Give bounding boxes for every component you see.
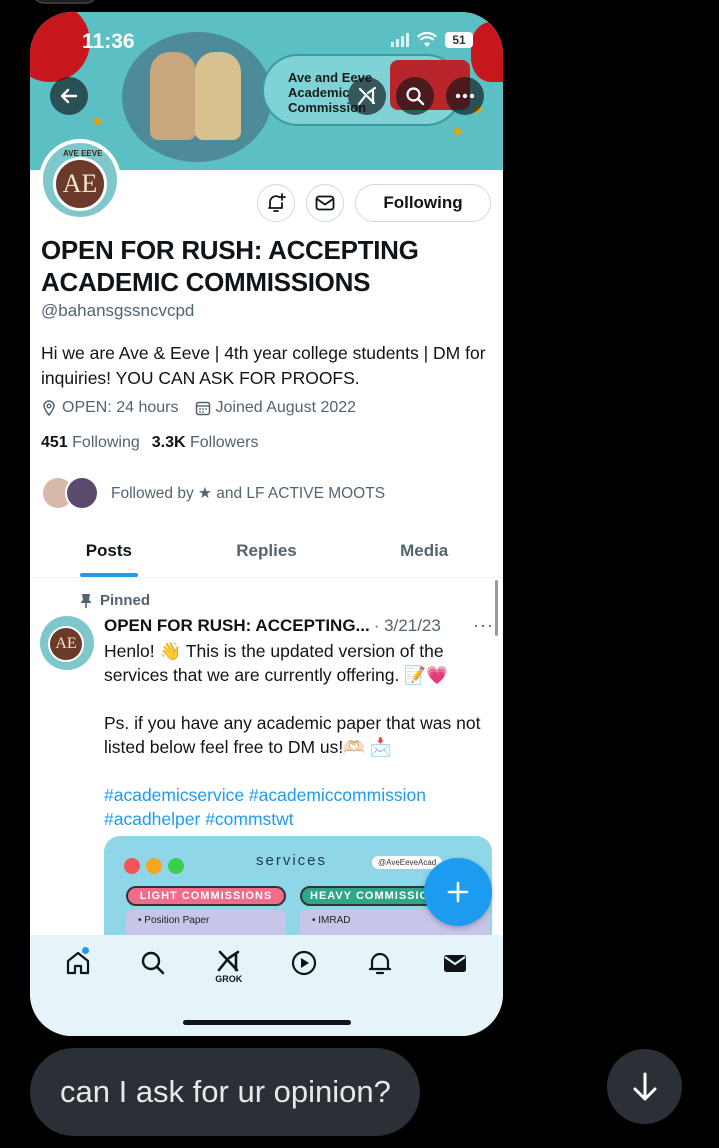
calendar-icon — [195, 401, 210, 416]
unread-dot — [82, 947, 89, 954]
envelope-icon — [315, 195, 335, 211]
pin-icon — [81, 593, 91, 608]
post-more-button[interactable]: ··· — [473, 615, 494, 636]
post-text: Henlo! 👋 This is the updated version of … — [104, 639, 484, 855]
bell-plus-icon — [268, 193, 286, 212]
tab-posts[interactable]: Posts — [30, 532, 188, 577]
media-heavy-item: • IMRAD — [312, 915, 351, 926]
post-hashtags[interactable]: #academicservice #academiccommission #ac… — [104, 783, 484, 831]
banner-illustration-person — [150, 52, 196, 140]
grok-icon — [217, 950, 240, 972]
followers-count-label: Followers — [190, 434, 259, 451]
profile-joined: Joined August 2022 — [195, 399, 357, 417]
followers-count: 3.3K — [151, 434, 186, 451]
profile-location: OPEN: 24 hours — [41, 399, 179, 417]
profile-display-name: OPEN FOR RUSH: ACCEPTING ACADEMIC COMMIS… — [41, 235, 419, 297]
banner-paint-splash — [471, 22, 503, 82]
window-dot — [146, 858, 162, 874]
pinned-indicator: Pinned — [80, 592, 150, 609]
home-indicator — [183, 1020, 351, 1025]
envelope-icon — [444, 955, 467, 972]
search-button[interactable] — [396, 77, 434, 115]
nav-explore[interactable] — [116, 935, 192, 1036]
post-author-name[interactable]: OPEN FOR RUSH: ACCEPTING... — [104, 616, 370, 636]
status-time: 11:36 — [82, 30, 135, 53]
chat-message-bubble[interactable]: can I ask for ur opinion? — [30, 1048, 420, 1136]
bell-icon — [368, 952, 391, 975]
scrollbar[interactable] — [495, 580, 498, 636]
post-author-avatar[interactable]: AE — [40, 616, 94, 670]
nav-home[interactable] — [40, 935, 116, 1036]
previous-message-bubble — [30, 0, 100, 4]
followed-by-text: Followed by ★ and LF ACTIVE MOOTS — [111, 484, 386, 502]
post-date[interactable]: · 3/21/23 — [374, 616, 441, 636]
more-horizontal-icon — [455, 93, 475, 99]
location-pin-icon — [43, 400, 55, 416]
nav-notifications[interactable] — [342, 935, 418, 1036]
avatar-monogram: AE — [62, 169, 98, 198]
avatar-logo: AE — [53, 157, 107, 211]
media-light-label: LIGHT COMMISSIONS — [126, 886, 286, 906]
battery-indicator: 51 — [445, 32, 473, 48]
banner-paint-splash — [30, 12, 90, 82]
more-options-button[interactable] — [446, 77, 484, 115]
following-count-label: Following — [72, 434, 140, 451]
back-button[interactable] — [50, 77, 88, 115]
post-paragraph: Ps. if you have any academic paper that … — [104, 713, 481, 757]
window-dot — [124, 858, 140, 874]
media-light-item: • Position Paper — [138, 915, 210, 926]
sparkle-icon: ✦ — [90, 112, 106, 132]
tab-media[interactable]: Media — [345, 532, 503, 577]
arrow-down-icon — [633, 1072, 656, 1100]
grok-icon — [357, 86, 377, 106]
joined-text: Joined August 2022 — [215, 399, 357, 416]
post-header: OPEN FOR RUSH: ACCEPTING... · 3/21/23 ··… — [104, 615, 494, 636]
sparkle-icon: ✦ — [450, 122, 466, 142]
grok-label: GROK — [215, 974, 243, 984]
notifications-subscribe-button[interactable] — [257, 184, 295, 222]
status-icons: 51 — [391, 32, 473, 48]
tab-replies[interactable]: Replies — [188, 532, 346, 577]
chat-message-text: can I ask for ur opinion? — [60, 1074, 391, 1109]
following-count-link[interactable]: 451 Following — [41, 434, 140, 452]
nav-messages[interactable] — [418, 935, 494, 1036]
profile-bio: Hi we are Ave & Eeve | 4th year college … — [41, 343, 486, 388]
profile-handle: @bahansgssncvcpd — [41, 301, 195, 320]
avatar-logo: AE — [48, 626, 84, 662]
following-count: 451 — [41, 434, 68, 451]
message-button[interactable] — [306, 184, 344, 222]
pinned-label: Pinned — [100, 592, 151, 609]
followers-count-link[interactable]: 3.3K Followers — [152, 434, 259, 452]
profile-tabs: Posts Replies Media — [30, 532, 503, 578]
banner-illustration-person — [195, 52, 241, 140]
wifi-icon — [417, 32, 437, 47]
following-button[interactable]: Following — [355, 184, 491, 222]
media-heading: services — [256, 852, 328, 869]
media-handle-tag: @AveEeveAcad — [372, 856, 443, 869]
cellular-signal-icon — [391, 33, 409, 47]
followed-by[interactable]: Followed by ★ and LF ACTIVE MOOTS — [41, 476, 385, 510]
follower-avatar — [65, 476, 99, 510]
profile-avatar[interactable]: AVE EEVE AE — [39, 139, 121, 221]
location-text: OPEN: 24 hours — [62, 399, 179, 416]
avatar-monogram: AE — [55, 635, 77, 652]
play-circle-icon — [292, 950, 317, 976]
search-icon — [142, 951, 165, 975]
plus-icon — [447, 881, 469, 903]
search-icon — [406, 87, 425, 106]
compose-button[interactable] — [424, 858, 492, 926]
post-paragraph: Henlo! 👋 This is the updated version of … — [104, 641, 448, 685]
profile-meta: OPEN: 24 hours Joined August 2022 — [41, 399, 356, 417]
window-dot — [168, 858, 184, 874]
grok-button[interactable] — [348, 77, 386, 115]
phone-screenshot: Ave and Eeve Academic Commission ✦ ✦ ✦ 1… — [30, 12, 503, 1036]
scroll-down-button[interactable] — [607, 1049, 682, 1124]
arrow-left-icon — [60, 88, 78, 104]
follow-counts: 451 Following 3.3K Followers — [41, 434, 258, 452]
